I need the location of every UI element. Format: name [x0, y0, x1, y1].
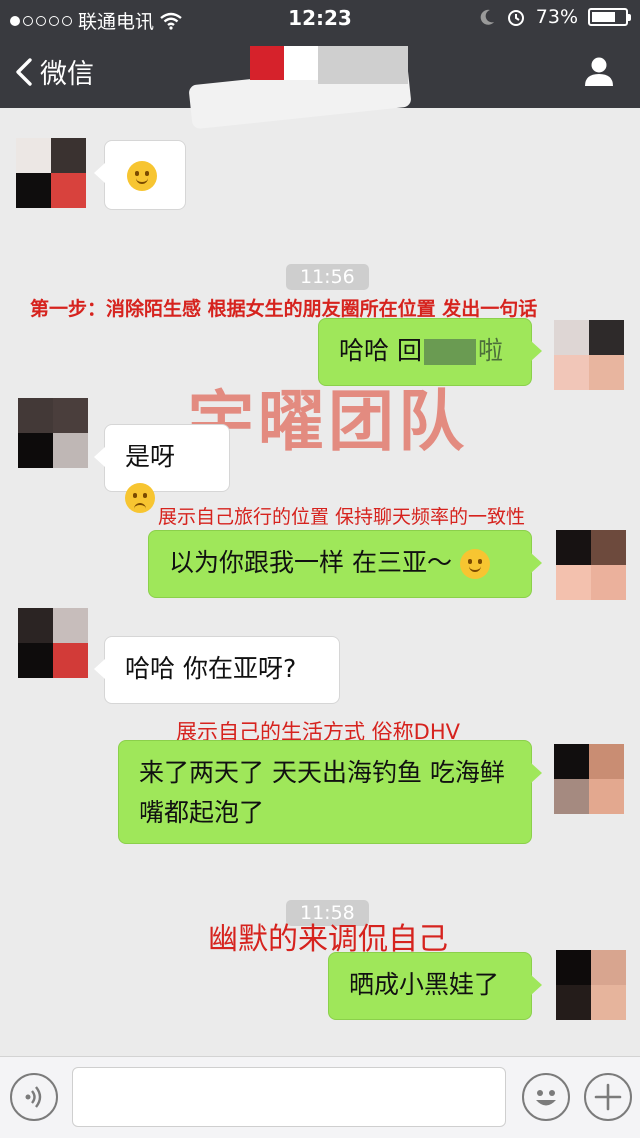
smiley-icon [536, 1090, 556, 1106]
battery-percent: 73% [535, 6, 578, 28]
emoji-button[interactable] [522, 1073, 570, 1121]
redacted-chat-title [170, 44, 430, 134]
contact-avatar[interactable] [18, 608, 88, 678]
timestamp: 11:56 [286, 264, 369, 290]
redacted-text [423, 339, 476, 365]
received-message[interactable]: 是呀 [94, 424, 230, 513]
battery-icon [588, 8, 631, 26]
status-bar: 联通电讯 12:23 73% [0, 0, 640, 38]
smiley-emoji [127, 161, 157, 191]
voice-icon [25, 1086, 42, 1108]
received-message[interactable]: 哈哈 你在亚呀? [94, 636, 340, 704]
sent-message[interactable]: 以为你跟我一样 在三亚～ [148, 530, 542, 598]
received-message[interactable] [94, 140, 186, 210]
moon-icon [480, 9, 494, 25]
my-avatar[interactable] [556, 530, 626, 600]
voice-input-button[interactable] [10, 1073, 58, 1121]
more-options-button[interactable] [584, 1073, 632, 1121]
my-avatar[interactable] [554, 744, 624, 814]
chevron-left-icon [16, 57, 32, 86]
annotation-step-1: 第一步：消除陌生感 根据女生的朋友圈所在位置 发出一句话 [30, 298, 538, 320]
thinking-emoji [459, 549, 490, 579]
back-label: 微信 [40, 59, 94, 90]
sad-emoji [125, 483, 155, 513]
back-button[interactable]: 微信 [14, 52, 94, 91]
annotation-step-2: 展示自己旅行的位置 保持聊天频率的一致性 [158, 506, 526, 528]
sent-message[interactable]: 哈哈 回啦 [318, 318, 542, 386]
sent-message[interactable]: 晒成小黑娃了 [328, 952, 542, 1020]
my-avatar[interactable] [554, 320, 624, 390]
contact-avatar[interactable] [18, 398, 88, 468]
plus-icon [594, 1083, 622, 1111]
alarm-icon [507, 10, 524, 26]
input-bar [0, 1056, 640, 1138]
my-avatar[interactable] [556, 950, 626, 1020]
contact-profile-icon[interactable] [582, 54, 616, 88]
sent-message[interactable]: 来了两天了 天天出海钓鱼 吃海鲜 嘴都起泡了 [118, 740, 542, 844]
contact-avatar[interactable] [16, 138, 86, 208]
message-input[interactable] [72, 1067, 506, 1127]
